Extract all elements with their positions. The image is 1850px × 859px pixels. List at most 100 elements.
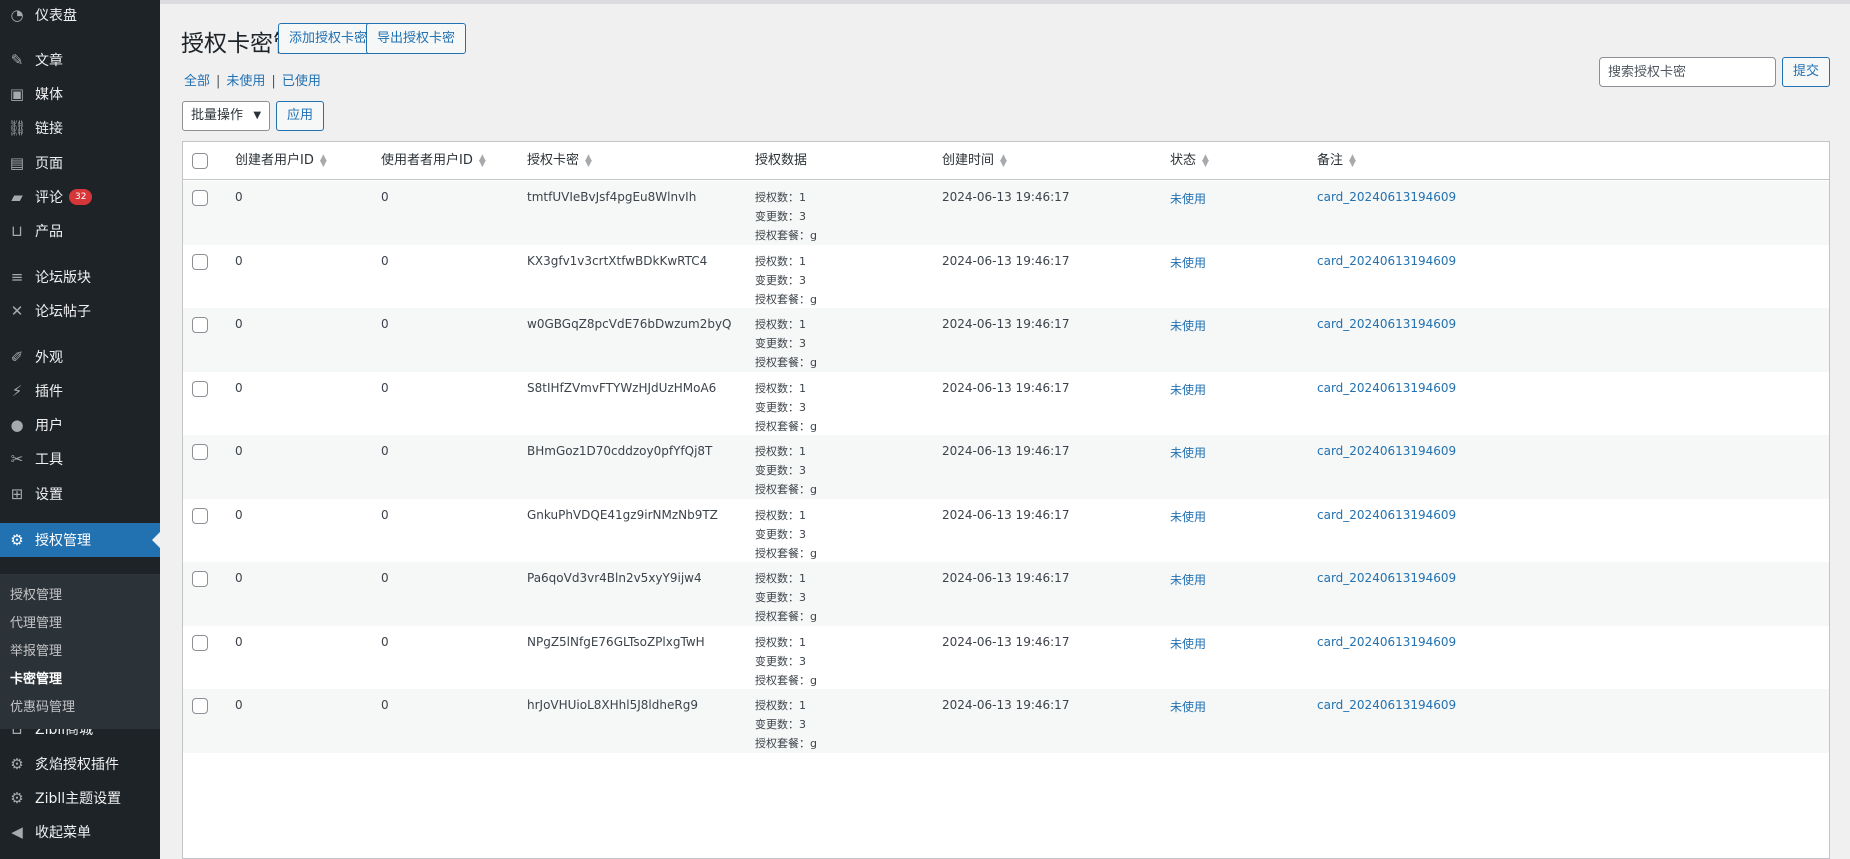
- table-row: 0 0 S8tIHfZVmvFTYWzHJdUzHMoA6 授权数：1 变更数：3 授权套…: [183, 372, 1829, 436]
- row-checkbox[interactable]: [192, 698, 208, 714]
- gear-icon: ⚙: [10, 531, 24, 549]
- search-input[interactable]: [1598, 57, 1776, 87]
- auth-data-line: 授权数：1: [755, 254, 806, 268]
- cell-note[interactable]: card_20240613194609: [1317, 698, 1456, 712]
- row-checkbox[interactable]: [192, 190, 208, 206]
- cell-auth-data: 授权数：1 变更数：3 授权套餐：g: [755, 188, 817, 245]
- sidebar-item-14[interactable]: ⚙ 授权管理: [0, 523, 160, 557]
- sidebar-item-18[interactable]: ◀ 收起菜单: [0, 815, 160, 849]
- column-header[interactable]: 使用者者用户ID ▲ ▼: [381, 142, 486, 180]
- column-header[interactable]: 状态 ▲ ▼: [1170, 142, 1209, 180]
- select-all-checkbox[interactable]: [192, 153, 208, 169]
- cell-key: BHmGoz1D70cddzoy0pfYfQj8T: [527, 444, 713, 458]
- plugin-icon: ⚡: [11, 382, 23, 400]
- cell-creator: 0: [235, 634, 243, 649]
- cell-note[interactable]: card_20240613194609: [1317, 444, 1456, 458]
- sidebar-item-5[interactable]: ▰ 评论 32: [0, 180, 160, 214]
- auth-data-line: 变更数：3: [755, 591, 806, 604]
- column-header-label: 授权数据: [755, 153, 808, 168]
- sidebar-item-8[interactable]: ✕ 论坛帖子: [0, 294, 160, 328]
- sidebar-item-11[interactable]: ● 用户: [0, 408, 160, 442]
- row-checkbox[interactable]: [192, 444, 208, 460]
- table-row: 0 0 tmtfUVIeBvJsf4pgEu8WlnvIh 授权数：1 变更数：3 授权套…: [183, 181, 1829, 245]
- auth-data-line: 授权数：1: [755, 635, 806, 649]
- filter-separator: |: [271, 74, 276, 89]
- auth-data-line: 授权数：1: [755, 699, 806, 712]
- cell-status[interactable]: 未使用: [1170, 444, 1206, 461]
- cell-note[interactable]: card_20240613194609: [1317, 381, 1456, 395]
- cell-key: hrJoVHUioL8XHhl5J8ldheRg9: [527, 698, 698, 712]
- row-checkbox[interactable]: [192, 317, 208, 333]
- cell-creator: 0: [235, 317, 243, 331]
- submenu-item[interactable]: 举报管理: [0, 638, 160, 666]
- chevron-down-icon: ▼: [253, 110, 262, 121]
- submenu-item[interactable]: 授权管理: [0, 582, 160, 610]
- cell-status[interactable]: 未使用: [1170, 381, 1206, 398]
- sidebar-item-9[interactable]: ✐ 外观: [0, 340, 160, 374]
- cell-creator: 0: [235, 380, 243, 395]
- sidebar-item-13[interactable]: ⊞ 设置: [0, 477, 160, 511]
- filter-all-link[interactable]: 全部: [184, 74, 210, 89]
- bulk-action-select[interactable]: 批量操作 ▼: [182, 101, 271, 131]
- row-checkbox[interactable]: [192, 634, 208, 651]
- cell-note[interactable]: card_20240613194609: [1317, 254, 1456, 268]
- sidebar-item-1[interactable]: ✎ 文章: [0, 43, 160, 77]
- sidebar-item-16[interactable]: ⚙ 炙焰授权插件: [0, 747, 160, 781]
- apply-button[interactable]: 应用: [276, 101, 325, 131]
- filter-unused-link[interactable]: 未使用: [226, 74, 265, 89]
- cell-status[interactable]: 未使用: [1170, 190, 1206, 207]
- cell-note[interactable]: card_20240613194609: [1317, 190, 1456, 204]
- cell-note[interactable]: card_20240613194609: [1317, 635, 1456, 649]
- add-card-button[interactable]: 添加授权卡密: [278, 23, 379, 54]
- sidebar-item-2[interactable]: ▣ 媒体: [0, 77, 160, 111]
- cell-user: 0: [381, 444, 389, 458]
- cell-auth-data: 授权数：1 变更数：3 授权套餐：g: [755, 442, 817, 499]
- sidebar-item-4[interactable]: ▤ 页面: [0, 146, 160, 180]
- filter-used-link[interactable]: 已使用: [282, 74, 321, 89]
- cell-creator: 0: [235, 253, 243, 268]
- submenu-item[interactable]: 优惠码管理: [0, 694, 160, 722]
- sidebar-item-3[interactable]: ⛓ 链接: [0, 111, 160, 145]
- row-checkbox[interactable]: [192, 571, 208, 587]
- cell-auth-data: 授权数：1 变更数：3 授权套餐：g: [755, 696, 817, 753]
- export-card-button[interactable]: 导出授权卡密: [366, 23, 467, 54]
- sidebar-item-label: 炙焰授权插件: [35, 757, 119, 773]
- row-checkbox[interactable]: [192, 507, 208, 524]
- cell-status[interactable]: 未使用: [1170, 698, 1206, 715]
- cell-note[interactable]: card_20240613194609: [1317, 317, 1456, 331]
- sidebar-item-7[interactable]: ≡ 论坛版块: [0, 260, 160, 294]
- cell-time: 2024-06-13 19:46:17: [942, 317, 1070, 331]
- row-checkbox[interactable]: [192, 380, 208, 397]
- column-header[interactable]: 创建者用户ID ▲ ▼: [235, 142, 327, 180]
- comment-count-badge: 32: [69, 189, 93, 205]
- sidebar-item-label: 工具: [35, 452, 63, 468]
- cell-note[interactable]: card_20240613194609: [1317, 508, 1456, 522]
- row-checkbox[interactable]: [192, 253, 208, 270]
- submenu-item[interactable]: 卡密管理: [0, 666, 160, 694]
- cell-status[interactable]: 未使用: [1170, 571, 1206, 588]
- sidebar-item-label: 外观: [35, 350, 63, 366]
- settings-icon: ⊞: [10, 485, 24, 503]
- cell-status[interactable]: 未使用: [1170, 508, 1206, 525]
- cell-time: 2024-06-13 19:46:17: [942, 571, 1070, 585]
- cell-user: 0: [381, 698, 389, 712]
- card-table: 创建者用户ID ▲ ▼ 使用者者用户ID ▲ ▼ 授权卡密 ▲ ▼ 授权数据 创建时间 ▲ ▼ 状态 ▲ ▼ 备…: [182, 141, 1830, 859]
- sidebar-item-6[interactable]: ⊔ 产品: [0, 214, 160, 248]
- search-submit-button[interactable]: 提交: [1781, 57, 1830, 87]
- column-header[interactable]: 备注 ▲ ▼: [1317, 142, 1356, 180]
- column-header[interactable]: 创建时间 ▲ ▼: [942, 142, 1007, 180]
- submenu-item[interactable]: 代理管理: [0, 610, 160, 638]
- dashboard-icon: ◔: [10, 6, 24, 24]
- column-header[interactable]: 授权卡密 ▲ ▼: [527, 142, 592, 180]
- cell-status[interactable]: 未使用: [1170, 635, 1206, 652]
- gear-icon: ⚙: [10, 789, 24, 807]
- sidebar-item-label: 文章: [35, 53, 63, 69]
- cell-note[interactable]: card_20240613194609: [1317, 571, 1456, 585]
- sidebar-item-17[interactable]: ⚙ Zibll主题设置: [0, 781, 160, 815]
- sidebar-item-10[interactable]: ⚡ 插件: [0, 374, 160, 408]
- cell-status[interactable]: 未使用: [1170, 254, 1206, 271]
- cell-key: KX3gfv1v3crtXtfwBDkKwRTC4: [527, 253, 708, 268]
- cell-status[interactable]: 未使用: [1170, 317, 1206, 334]
- sidebar-item-12[interactable]: ✂ 工具: [0, 442, 160, 476]
- sidebar-item-0[interactable]: ◔ 仪表盘: [0, 0, 160, 32]
